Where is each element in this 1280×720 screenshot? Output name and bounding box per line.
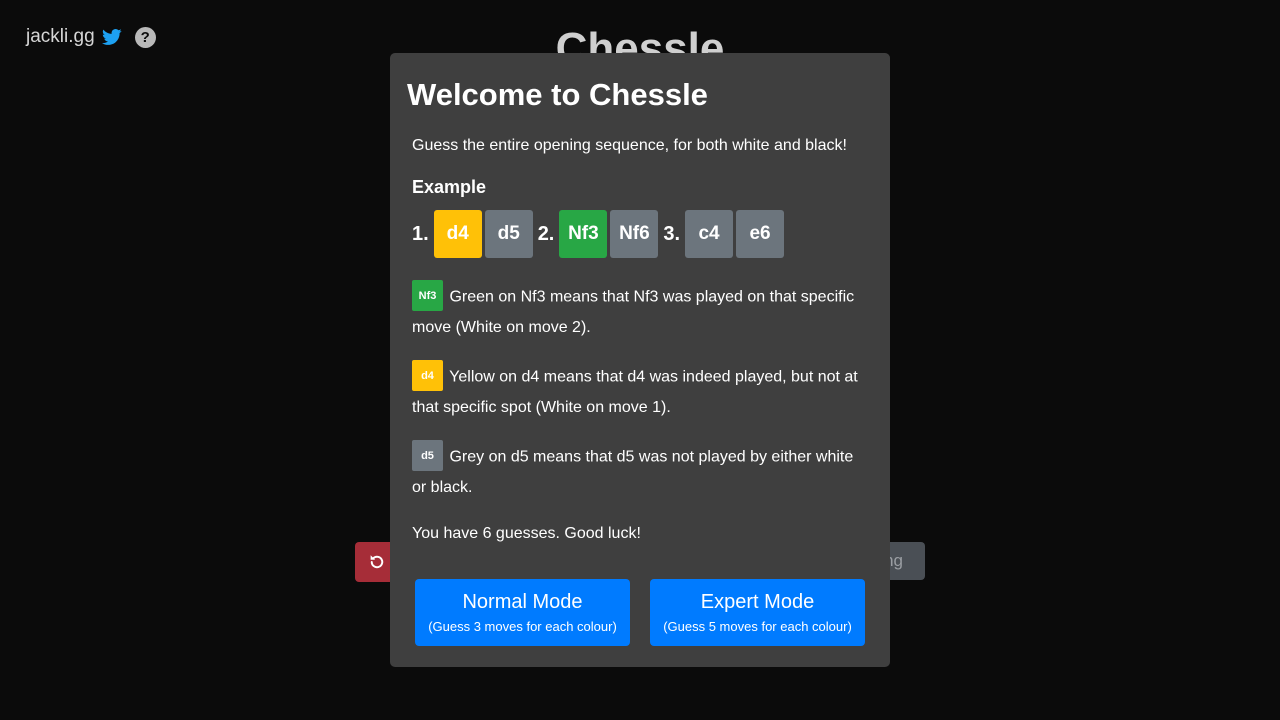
green-explanation: Nf3 Green on Nf3 means that Nf3 was play… (412, 280, 868, 343)
grey-mini-tile: d5 (412, 440, 443, 471)
move-tile: e6 (736, 210, 785, 258)
yellow-explanation-text: Yellow on d4 means that d4 was indeed pl… (412, 368, 858, 416)
example-heading: Example (412, 177, 487, 197)
yellow-explanation: d4 Yellow on d4 means that d4 was indeed… (412, 360, 868, 423)
move-number: 2. (537, 222, 555, 245)
green-mini-tile: Nf3 (412, 280, 443, 311)
move-number: 1. (412, 222, 429, 245)
expert-mode-button[interactable]: Expert Mode (Guess 5 moves for each colo… (650, 579, 865, 646)
normal-mode-subtitle: (Guess 3 moves for each colour) (428, 619, 617, 634)
move-tile: d4 (433, 210, 482, 258)
undo-icon (370, 555, 384, 569)
yellow-mini-tile: d4 (412, 360, 443, 391)
example-moves: 1. d4 d5 2. Nf3 Nf6 3. c4 e6 (412, 210, 787, 258)
move-tile: Nf3 (559, 210, 608, 258)
grey-explanation-text: Grey on d5 means that d5 was not played … (412, 448, 854, 496)
intro-text: Guess the entire opening sequence, for b… (412, 137, 847, 154)
move-number: 3. (663, 222, 681, 245)
move-tile: Nf6 (610, 210, 659, 258)
modal-title: Welcome to Chessle (407, 77, 708, 112)
green-explanation-text: Green on Nf3 means that Nf3 was played o… (412, 288, 855, 336)
move-tile: c4 (685, 210, 734, 258)
expert-mode-label: Expert Mode (700, 591, 815, 613)
expert-mode-subtitle: (Guess 5 moves for each colour) (663, 619, 852, 634)
normal-mode-label: Normal Mode (462, 591, 583, 613)
grey-explanation: d5 Grey on d5 means that d5 was not play… (412, 440, 868, 503)
welcome-modal: Welcome to Chessle Guess the entire open… (390, 53, 890, 667)
normal-mode-button[interactable]: Normal Mode (Guess 3 moves for each colo… (415, 579, 630, 646)
move-tile: d5 (484, 210, 533, 258)
good-luck-text: You have 6 guesses. Good luck! (412, 525, 641, 542)
